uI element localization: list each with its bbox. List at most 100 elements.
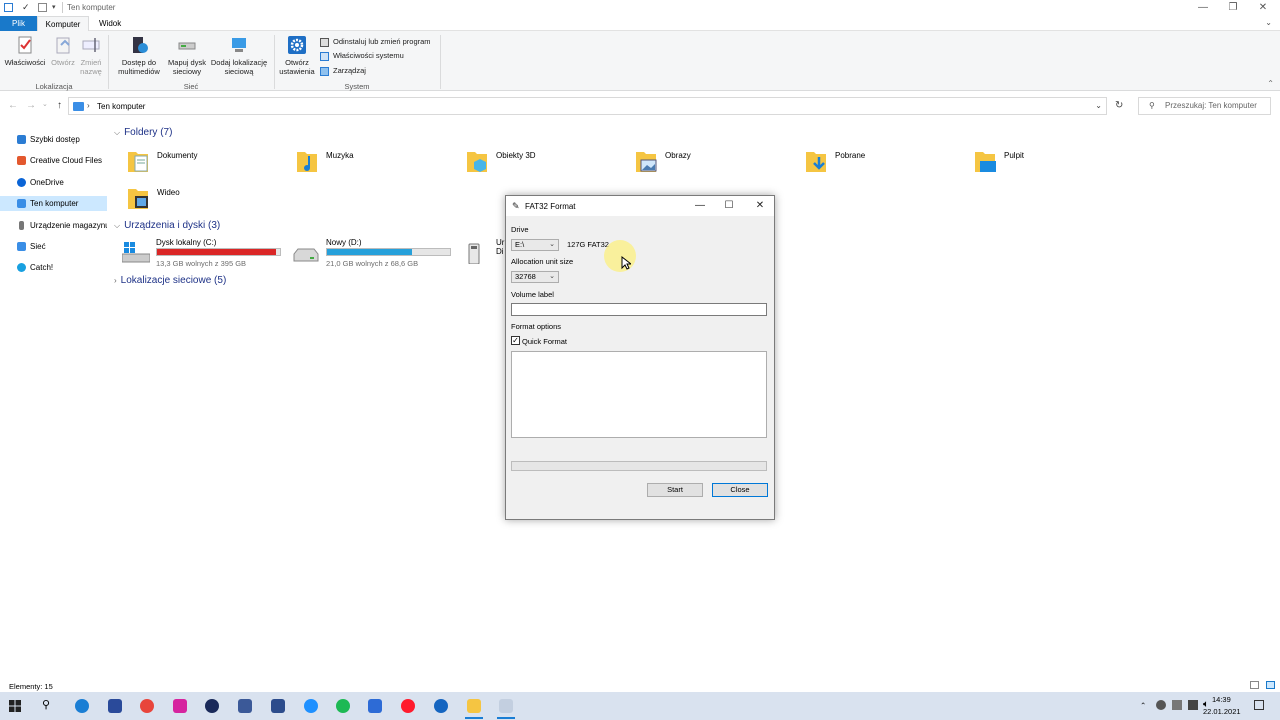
details-view-icon[interactable] (1250, 681, 1259, 689)
nav-item-quick-access[interactable]: Szybki dostęp (0, 132, 107, 147)
notifications-icon[interactable] (1254, 700, 1264, 710)
minimize-button[interactable]: — (1188, 0, 1218, 16)
vpn-icon[interactable] (205, 699, 219, 713)
opera-icon[interactable] (401, 699, 415, 713)
properties-check-icon (320, 51, 329, 61)
forward-arrow-icon[interactable]: → (26, 100, 36, 111)
media-access-button[interactable]: Dostęp do multimediów (112, 35, 166, 76)
rename-button[interactable]: Zmień nazwę (78, 35, 104, 76)
folder-item[interactable]: Obrazy (635, 148, 795, 182)
tray-app-icon[interactable] (1156, 700, 1166, 710)
app-icon[interactable] (238, 699, 252, 713)
drive-select[interactable]: E:\ ⌄ (511, 239, 559, 251)
collapse-ribbon-icon[interactable]: ⌃ (1267, 79, 1274, 88)
up-arrow-icon[interactable]: ↑ (57, 100, 62, 111)
windows-start-icon[interactable] (9, 700, 21, 712)
show-hidden-icons-chevron-icon[interactable]: ⌃ (1140, 701, 1146, 710)
nav-item-storage-device[interactable]: Urządzenie magazynujące (0, 218, 107, 233)
large-icons-view-icon[interactable] (1266, 681, 1275, 689)
volume-label-input[interactable] (511, 303, 767, 316)
folder-item[interactable]: Pobrane (805, 148, 965, 182)
start-button[interactable]: Start (647, 483, 703, 497)
file-explorer-icon[interactable] (467, 699, 481, 713)
nav-item-this-pc[interactable]: Ten komputer (0, 196, 107, 211)
close-button[interactable]: Close (712, 483, 768, 497)
folder-item[interactable]: Dokumenty (127, 148, 287, 182)
dialog-maximize-button[interactable]: ☐ (717, 199, 741, 213)
open-button[interactable]: Otwórz (48, 35, 78, 67)
app-icon[interactable] (434, 699, 448, 713)
network-icon[interactable] (1188, 700, 1198, 710)
nav-item-network[interactable]: Sieć (0, 239, 107, 254)
manage-button[interactable]: Zarządzaj (320, 65, 366, 76)
drive-item[interactable]: Ur Di (466, 238, 506, 272)
uninstall-button[interactable]: Odinstaluj lub zmień program (320, 36, 431, 47)
fat32-format-taskbar-icon[interactable] (499, 699, 513, 713)
new-folder-icon[interactable] (38, 3, 47, 12)
folders-section-header[interactable]: ⌵ Foldery (7) (114, 127, 172, 138)
open-settings-button[interactable]: Otwórz ustawienia (277, 35, 317, 76)
drive-select-value: E:\ (515, 240, 525, 249)
ribbon-tabs: Plik Komputer Widok ⌄ (0, 16, 1280, 31)
usb-drive-icon (468, 243, 480, 264)
nav-item-catch[interactable]: Catch! (0, 260, 107, 275)
tab-computer[interactable]: Komputer (37, 16, 89, 31)
folder-label: Muzyka (326, 151, 354, 160)
dialog-close-button[interactable]: ✕ (748, 199, 772, 213)
instagram-icon[interactable] (173, 699, 187, 713)
chevron-down-icon[interactable]: ⌄ (1095, 101, 1102, 110)
system-properties-button[interactable]: Właściwości systemu (320, 50, 404, 61)
edge-icon[interactable] (75, 699, 89, 713)
chevron-down-icon[interactable]: ⌄ (1265, 18, 1272, 27)
folder-item[interactable]: Muzyka (296, 148, 456, 182)
app-icon[interactable] (108, 699, 122, 713)
drives-section-header[interactable]: ⌵ Urządzenia i dyski (3) (114, 220, 220, 231)
media-server-icon (129, 35, 149, 55)
clock-date[interactable]: 22.01.2021 (1203, 707, 1241, 716)
drive-item[interactable]: Nowy (D:) 21,0 GB wolnych z 68,6 GB (292, 238, 482, 272)
checkmark-icon[interactable]: ✓ (22, 3, 31, 12)
folder-label: Wideo (157, 188, 180, 197)
nav-item-onedrive[interactable]: OneDrive (0, 175, 107, 190)
breadcrumb-chevron-icon[interactable]: › (87, 101, 90, 110)
allocation-select[interactable]: 32768 ⌄ (511, 271, 559, 283)
pictures-folder-icon (636, 152, 657, 172)
recent-chevron-icon[interactable]: ⌄ (42, 100, 48, 108)
media-access-label: Dostęp do multimediów (118, 58, 160, 76)
drive-item[interactable]: Dysk lokalny (C:) 13,3 GB wolnych z 395 … (122, 238, 312, 272)
network-section-header[interactable]: › Lokalizacje sieciowe (5) (114, 275, 226, 286)
clock-time[interactable]: 14:39 (1212, 695, 1231, 704)
fat32-app-icon: ✎ (512, 201, 520, 211)
maximize-button[interactable]: ❐ (1218, 0, 1248, 16)
address-box[interactable]: › Ten komputer ⌄ (68, 97, 1107, 115)
spotify-icon[interactable] (336, 699, 350, 713)
rename-icon (81, 35, 101, 55)
folder-item[interactable]: Obiekty 3D (466, 148, 626, 182)
log-output-box[interactable] (511, 351, 767, 438)
system-properties-label: Właściwości systemu (333, 51, 404, 60)
dialog-minimize-button[interactable]: — (688, 199, 712, 213)
tab-view[interactable]: Widok (92, 16, 128, 31)
refresh-icon[interactable]: ↻ (1115, 100, 1123, 111)
signal-icon[interactable] (368, 699, 382, 713)
tab-file[interactable]: Plik (0, 16, 37, 31)
folder-item[interactable]: Wideo (127, 185, 287, 219)
tray-app-icon[interactable] (1172, 700, 1182, 710)
add-network-location-button[interactable]: Dodaj lokalizację sieciową (208, 35, 270, 76)
properties-button[interactable]: Właściwości (4, 35, 46, 67)
divider (108, 35, 109, 89)
search-input[interactable]: ⚲ Przeszukaj: Ten komputer (1138, 97, 1271, 115)
chevron-down-icon[interactable]: ▾ (52, 3, 61, 12)
close-button[interactable]: ✕ (1248, 0, 1278, 16)
nav-item-label: Szybki dostęp (30, 135, 80, 144)
folder-item[interactable]: Pulpit (974, 148, 1134, 182)
quick-format-checkbox[interactable]: ✓ (511, 336, 520, 345)
nav-item-creative-cloud[interactable]: Creative Cloud Files (0, 153, 107, 168)
back-arrow-icon[interactable]: ← (8, 100, 18, 111)
search-icon[interactable]: ⚲ (42, 698, 50, 711)
nav-item-label: Sieć (30, 242, 46, 251)
save-icon[interactable] (271, 699, 285, 713)
map-drive-button[interactable]: Mapuj dysk sieciowy (166, 35, 208, 76)
chrome-icon[interactable] (140, 699, 154, 713)
teamviewer-icon[interactable] (304, 699, 318, 713)
